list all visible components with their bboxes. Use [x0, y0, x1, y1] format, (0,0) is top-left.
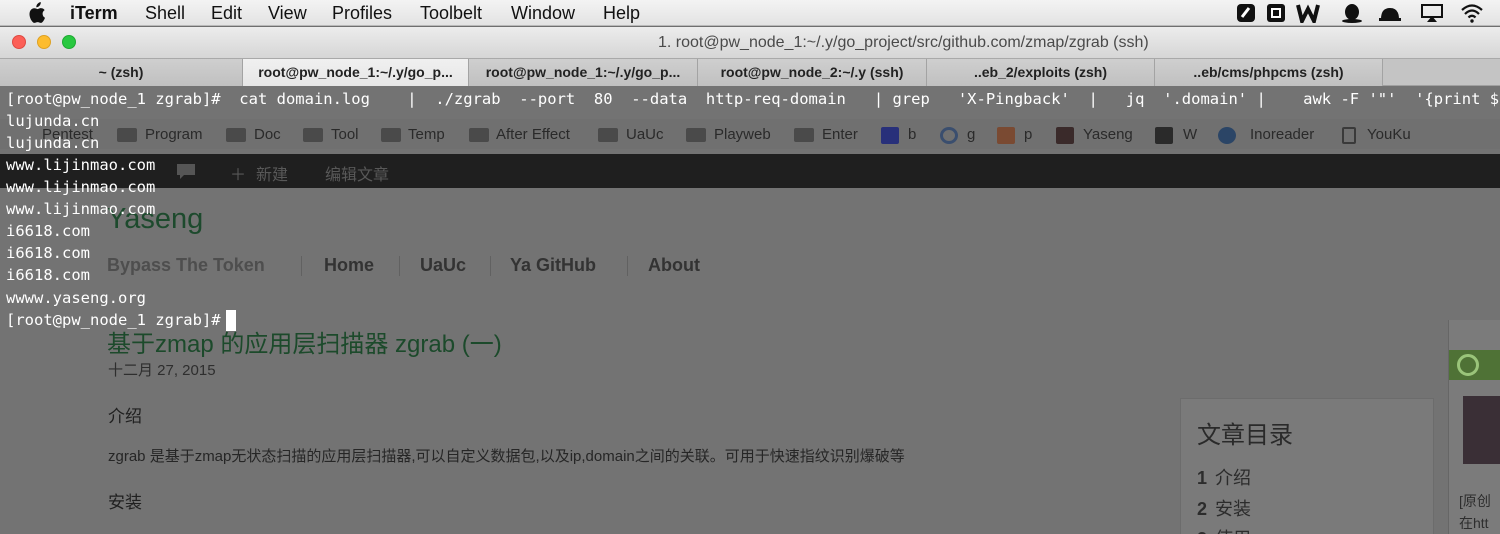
qq-penguin-icon[interactable]: [1340, 3, 1364, 23]
tab-exploits[interactable]: ..eb_2/exploits (zsh): [927, 59, 1155, 86]
tab-pw-node-1-active[interactable]: root@pw_node_1:~/.y/go_p...: [243, 59, 469, 87]
window-title: 1. root@pw_node_1:~/.y/go_project/src/gi…: [658, 34, 1149, 51]
terminal-output-line: www.lijinmao.com: [6, 156, 156, 174]
zoom-window-button[interactable]: [62, 35, 76, 49]
cloud-hat-icon[interactable]: [1378, 3, 1402, 23]
terminal-prompt: [root@pw_node_1 zgrab]#: [6, 311, 221, 329]
terminal-output-line: lujunda.cn: [6, 134, 100, 152]
menu-view[interactable]: View: [268, 3, 307, 23]
terminal-output-line: i6618.com: [6, 266, 90, 284]
menu-profiles[interactable]: Profiles: [332, 3, 392, 23]
terminal-output-line: i6618.com: [6, 222, 90, 240]
tab-zsh-home[interactable]: ~ (zsh): [0, 59, 243, 86]
menu-app-name[interactable]: iTerm: [70, 3, 118, 23]
tab-phpcms[interactable]: ..eb/cms/phpcms (zsh): [1155, 59, 1383, 86]
airplay-icon[interactable]: [1420, 3, 1444, 23]
close-window-button[interactable]: [12, 35, 26, 49]
wifi-icon[interactable]: [1460, 3, 1484, 23]
terminal-output-line: wwww.yaseng.org: [6, 289, 146, 307]
tab-pw-node-2[interactable]: root@pw_node_2:~/.y (ssh): [698, 59, 927, 86]
menu-window[interactable]: Window: [511, 3, 575, 23]
terminal-command-line: [root@pw_node_1 zgrab]# cat domain.log |…: [6, 90, 1500, 108]
minimize-window-button[interactable]: [37, 35, 51, 49]
terminal-output-line: lujunda.cn: [6, 112, 100, 130]
terminal-tab-bar: ~ (zsh) root@pw_node_1:~/.y/go_p... root…: [0, 58, 1500, 87]
menu-toolbelt[interactable]: Toolbelt: [420, 3, 482, 23]
terminal-cursor: [226, 310, 236, 331]
window-title-bar: 1. root@pw_node_1:~/.y/go_project/src/gi…: [0, 27, 1500, 58]
menu-bar: iTerm Shell Edit View Profiles Toolbelt …: [0, 0, 1500, 26]
status-w-icon[interactable]: [1296, 3, 1320, 23]
terminal-output-line: i6618.com: [6, 244, 90, 262]
status-app-icon[interactable]: [1234, 3, 1258, 23]
terminal-output-line: www.lijinmao.com: [6, 200, 156, 218]
menu-edit[interactable]: Edit: [211, 3, 242, 23]
status-app-icon-2[interactable]: [1264, 3, 1288, 23]
apple-logo-icon[interactable]: [26, 2, 46, 24]
terminal-output-line: www.lijinmao.com: [6, 178, 156, 196]
menu-help[interactable]: Help: [603, 3, 640, 23]
tab-pw-node-1[interactable]: root@pw_node_1:~/.y/go_p...: [469, 59, 698, 86]
menu-shell[interactable]: Shell: [145, 3, 185, 23]
terminal-session[interactable]: [root@pw_node_1 zgrab]# cat domain.log |…: [0, 86, 1500, 534]
